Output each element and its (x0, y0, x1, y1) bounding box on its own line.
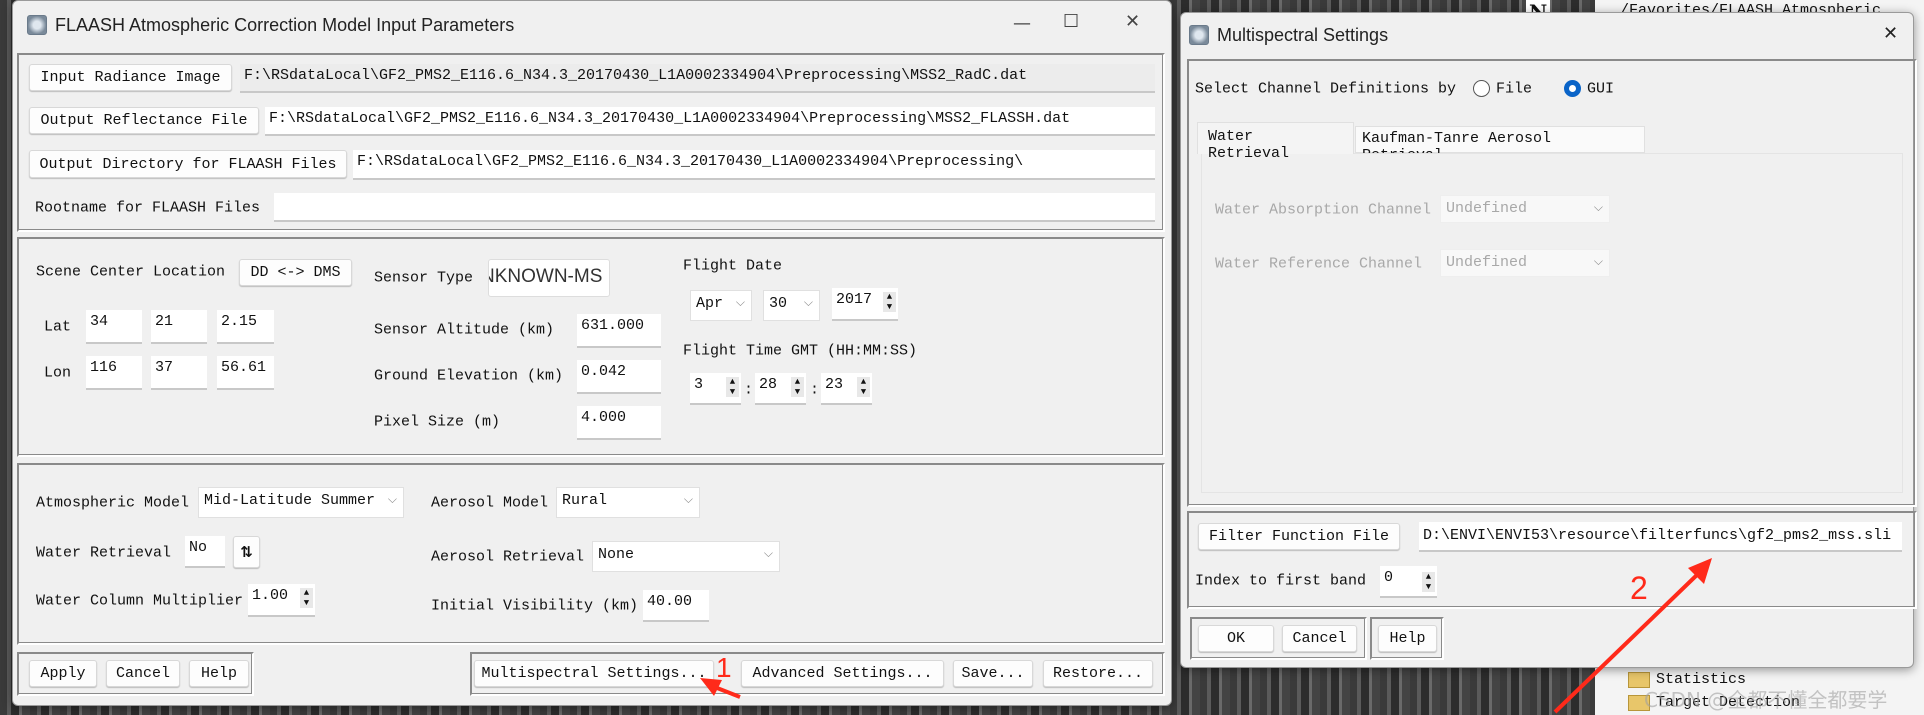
annotation-step-1: 1 (716, 652, 732, 683)
tab-water-retrieval[interactable]: Water Retrieval (1197, 122, 1354, 162)
annotation-arrow-2 (1553, 570, 1702, 714)
annotation-step-2: 2 (1630, 570, 1648, 606)
annotation-layer (700, 558, 1712, 714)
